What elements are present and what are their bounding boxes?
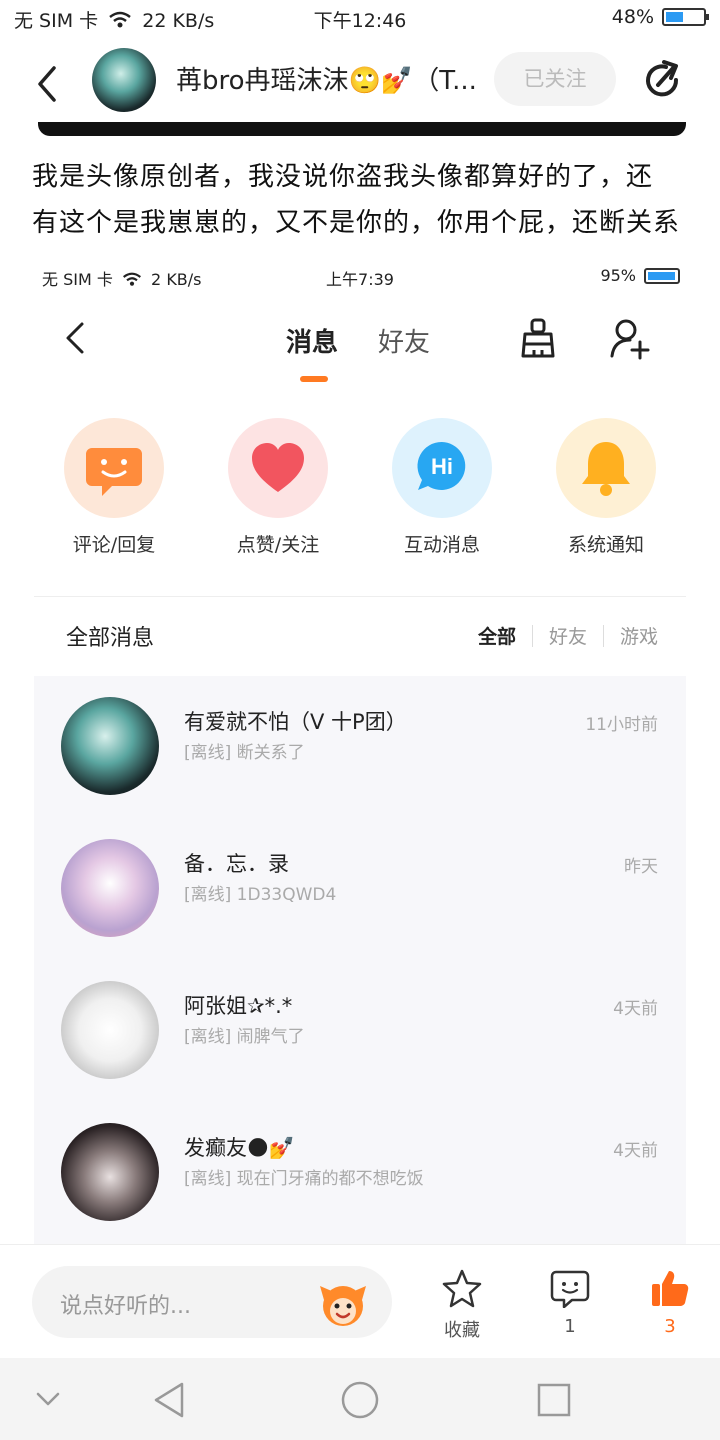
message-filters: 全部 好友 游戏 bbox=[478, 622, 658, 649]
category-likes[interactable] bbox=[228, 418, 328, 518]
nav-back-icon[interactable] bbox=[150, 1380, 190, 1420]
tab-messages[interactable]: 消息 bbox=[286, 322, 338, 359]
contact-name: 发癫友🌑💅 bbox=[184, 1136, 296, 1160]
avatar bbox=[61, 981, 159, 1079]
category-interactions-label: 互动消息 bbox=[403, 534, 480, 556]
clear-broom-icon[interactable] bbox=[518, 316, 558, 360]
bell-icon bbox=[582, 442, 630, 496]
message-row[interactable]: 发癫友🌑💅 [离线] 现在门牙痛的都不想吃饭 4天前 bbox=[34, 1102, 686, 1244]
nav-home-icon[interactable] bbox=[340, 1380, 380, 1420]
message-time: 4天前 bbox=[613, 1141, 658, 1161]
follow-button[interactable]: 已关注 bbox=[494, 52, 616, 106]
message-preview: [离线] 1D33QWD4 bbox=[184, 885, 337, 905]
comment-icon[interactable] bbox=[550, 1268, 590, 1308]
contact-name: 有爱就不怕（V 十P团） bbox=[184, 710, 407, 734]
status-right: 48% bbox=[611, 6, 709, 28]
avatar bbox=[61, 839, 159, 937]
author-avatar[interactable] bbox=[92, 48, 156, 112]
comment-count: 1 bbox=[564, 1316, 576, 1337]
author-name[interactable]: 苒bro冉瑶沫沫🙄💅（T... bbox=[176, 60, 477, 97]
filter-all[interactable]: 全部 bbox=[478, 622, 516, 649]
category-comments-label: 评论/回复 bbox=[72, 534, 156, 556]
message-list: 有爱就不怕（V 十P团） [离线] 断关系了 11小时前 备．忘．录 [离线] … bbox=[34, 676, 686, 1244]
battery-icon bbox=[662, 8, 709, 26]
embedded-status-bar: 无 SIM 卡 2 KB/s 上午7:39 95% bbox=[0, 264, 720, 294]
tab-indicator bbox=[300, 376, 328, 382]
comment-smile-icon bbox=[86, 448, 142, 496]
message-time: 11小时前 bbox=[585, 715, 658, 735]
contact-name: 备．忘．录 bbox=[184, 852, 289, 876]
thumbs-up-icon[interactable] bbox=[650, 1268, 690, 1308]
image-top-edge bbox=[38, 122, 686, 136]
back-button[interactable] bbox=[30, 62, 64, 106]
category-interactions[interactable]: Hi bbox=[392, 418, 492, 518]
battery-icon bbox=[644, 267, 680, 284]
embedded-status-right: 95% bbox=[600, 266, 680, 285]
embedded-back-button[interactable] bbox=[60, 316, 90, 360]
hi-bubble-icon: Hi bbox=[417, 441, 466, 490]
post-text-line-1: 我是头像原创者，我没说你盗我头像都算好的了，还 bbox=[32, 162, 654, 192]
filter-separator bbox=[531, 624, 533, 647]
category-likes-label: 点赞/关注 bbox=[236, 534, 320, 556]
battery-fill bbox=[666, 12, 683, 22]
star-icon[interactable] bbox=[442, 1268, 482, 1308]
heart-icon bbox=[252, 443, 304, 492]
emoji-icon[interactable] bbox=[316, 1278, 370, 1328]
section-title: 全部消息 bbox=[66, 626, 155, 651]
message-time: 4天前 bbox=[613, 999, 658, 1019]
avatar bbox=[61, 697, 159, 795]
comment-placeholder: 说点好听的... bbox=[60, 1294, 191, 1319]
filter-friends[interactable]: 好友 bbox=[549, 622, 587, 649]
filter-games[interactable]: 游戏 bbox=[620, 622, 658, 649]
contact-name: 阿张姐✰*.* bbox=[184, 994, 293, 1018]
share-icon[interactable] bbox=[640, 58, 684, 102]
message-time: 昨天 bbox=[624, 857, 658, 877]
category-system-label: 系统通知 bbox=[567, 534, 644, 556]
divider bbox=[34, 596, 686, 597]
category-comments[interactable] bbox=[64, 418, 164, 518]
message-row[interactable]: 阿张姐✰*.* [离线] 闹脾气了 4天前 bbox=[34, 960, 686, 1102]
message-row[interactable]: 有爱就不怕（V 十P团） [离线] 断关系了 11小时前 bbox=[34, 676, 686, 818]
nav-recents-icon[interactable] bbox=[536, 1382, 572, 1418]
message-preview: [离线] 断关系了 bbox=[184, 743, 305, 763]
favorite-label: 收藏 bbox=[444, 1320, 480, 1341]
message-preview: [离线] 现在门牙痛的都不想吃饭 bbox=[184, 1169, 424, 1189]
add-friend-icon[interactable] bbox=[608, 316, 652, 360]
category-system[interactable] bbox=[556, 418, 656, 518]
like-count: 3 bbox=[664, 1316, 676, 1337]
avatar bbox=[61, 1123, 159, 1221]
svg-text:Hi: Hi bbox=[431, 454, 453, 479]
filter-separator bbox=[602, 624, 604, 647]
tab-friends[interactable]: 好友 bbox=[378, 322, 430, 359]
status-bar: 无 SIM 卡 22 KB/s 下午12:46 48% bbox=[0, 0, 720, 36]
battery-fill bbox=[648, 271, 675, 280]
post-text-line-2: 有这个是我崽崽的，又不是你的，你用个屁，还断关系 bbox=[32, 208, 681, 238]
chevron-down-icon[interactable] bbox=[34, 1388, 62, 1410]
embedded-battery-percent: 95% bbox=[600, 266, 636, 285]
battery-percent: 48% bbox=[611, 6, 654, 28]
message-row[interactable]: 备．忘．录 [离线] 1D33QWD4 昨天 bbox=[34, 818, 686, 960]
message-preview: [离线] 闹脾气了 bbox=[184, 1027, 305, 1047]
